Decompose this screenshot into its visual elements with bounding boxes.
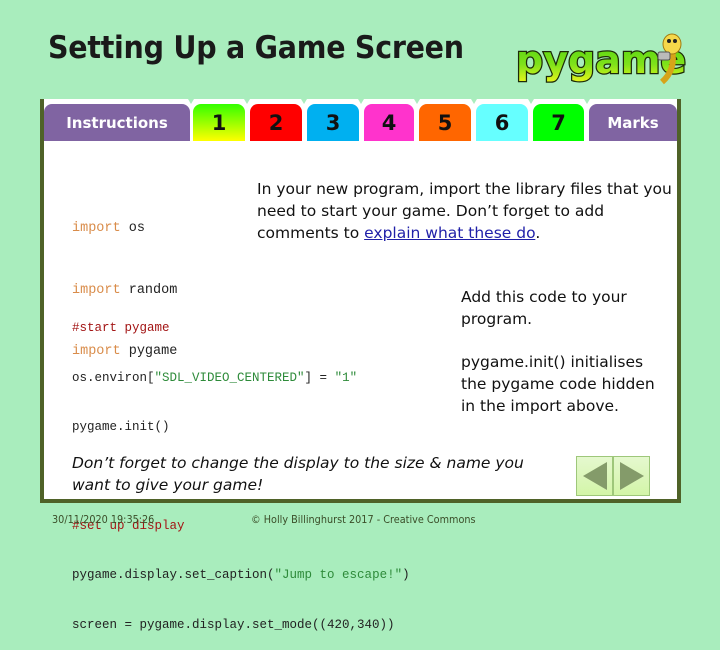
code-line: screen = pygame.display.set_mode((420,34… [72,617,395,632]
tab-instructions[interactable]: Instructions [44,104,190,141]
explain-link[interactable]: explain what these do [364,224,535,242]
code-line: pygame.display.set_caption("Jump to esca… [72,568,410,582]
tab-label: 7 [551,110,566,135]
code-line: pygame.init() [72,420,170,434]
tab-7[interactable]: 7 [533,104,584,141]
footer-copyright: © Holly Billinghurst 2017 - Creative Com… [251,513,476,526]
tab-label: 6 [494,110,510,135]
footer-timestamp: 30/11/2020 19:35:26 [52,513,155,526]
tab-label: 4 [381,110,397,135]
code-comment: #start pygame [72,321,170,335]
tab-marks[interactable]: Marks [589,104,677,141]
code-line: import os [72,221,145,236]
tab-6[interactable]: 6 [476,104,528,141]
previous-button[interactable] [576,456,613,496]
code-line: os.environ["SDL_VIDEO_CENTERED"] = "1" [72,370,358,385]
next-button[interactable] [613,456,650,496]
intro-instructions: In your new program, import the library … [257,180,672,242]
triangle-right-icon [619,462,644,490]
tab-2[interactable]: 2 [250,104,302,141]
tab-label: Instructions [66,113,168,132]
tab-label: 3 [325,110,341,135]
page-title: Setting Up a Game Screen [48,30,464,66]
tab-label: 2 [268,110,284,135]
add-code-text: Add this code to your program. [461,288,627,328]
tab-5[interactable]: 5 [419,104,471,141]
tab-4[interactable]: 4 [364,104,414,141]
tab-label: Marks [607,113,659,132]
triangle-left-icon [582,462,607,490]
tab-3[interactable]: 3 [307,104,359,141]
tab-1[interactable]: 1 [193,104,245,141]
tab-label: 5 [437,110,453,135]
tab-label: 1 [211,110,227,135]
reminder-text: Don’t forget to change the display to th… [72,454,524,494]
init-explanation-text: pygame.init() initialises the pygame cod… [461,353,655,415]
pygame-logo: pygame [512,30,687,85]
